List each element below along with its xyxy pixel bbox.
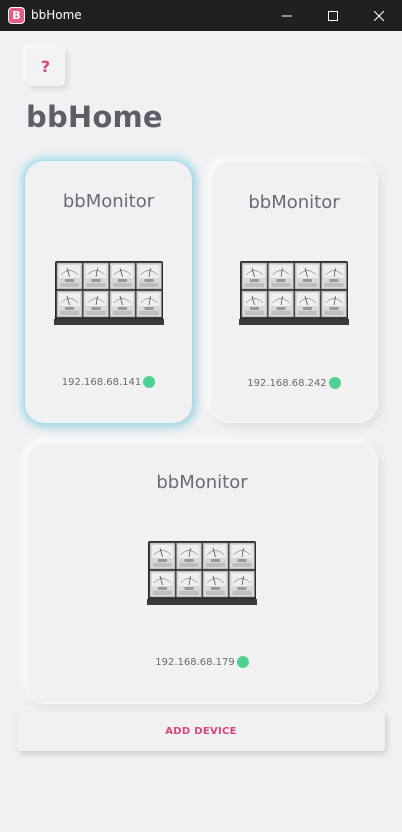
device-name: bbMonitor — [156, 472, 248, 493]
device-ip: 192.168.68.242 — [247, 377, 327, 389]
close-button[interactable] — [356, 0, 402, 31]
device-card[interactable]: bbMonitor 192.168.68.179 — [26, 442, 378, 704]
device-address-row: 192.168.68.141 — [25, 376, 192, 388]
window-titlebar: B bbHome — [0, 0, 402, 31]
maximize-button[interactable] — [310, 0, 356, 31]
add-device-button[interactable]: ADD DEVICE — [17, 712, 385, 751]
close-icon — [374, 10, 384, 21]
status-online-icon — [143, 376, 156, 388]
device-ip: 192.168.68.179 — [155, 656, 235, 668]
device-card[interactable]: bbMonitor 192.168.68.141 — [24, 160, 193, 424]
minimize-button[interactable] — [264, 0, 310, 31]
help-button[interactable]: ? — [26, 47, 65, 86]
page-title: bbHome — [26, 100, 163, 134]
device-card[interactable]: bbMonitor 192.168.68.242 — [210, 161, 378, 423]
window-content — [1, 31, 401, 831]
app-icon: B — [8, 7, 25, 24]
device-name: bbMonitor — [248, 192, 340, 213]
device-name: bbMonitor — [62, 191, 155, 212]
device-address-row: 192.168.68.179 — [27, 656, 377, 668]
minimize-icon — [282, 15, 292, 16]
meter-panel-image — [147, 541, 257, 605]
meter-panel-image — [54, 261, 164, 325]
device-ip: 192.168.68.141 — [61, 376, 142, 388]
meter-panel-image — [239, 261, 349, 325]
maximize-icon — [328, 10, 338, 21]
status-online-icon — [328, 377, 341, 389]
window-title: bbHome — [31, 8, 82, 22]
device-address-row: 192.168.68.242 — [211, 377, 377, 389]
status-online-icon — [236, 656, 249, 668]
